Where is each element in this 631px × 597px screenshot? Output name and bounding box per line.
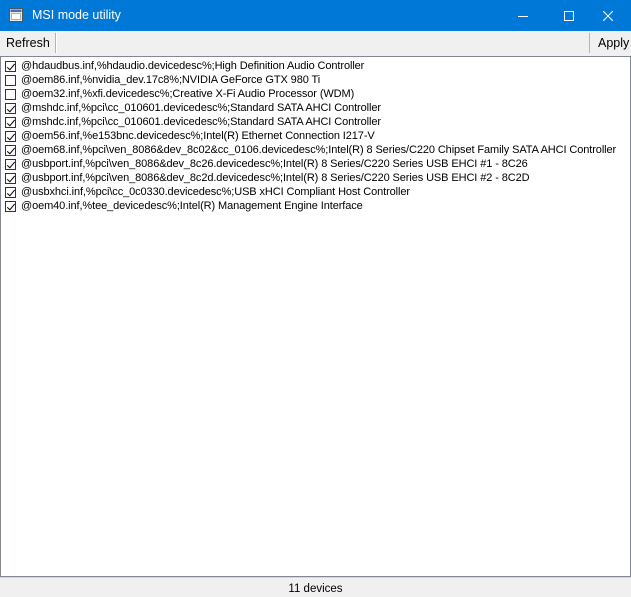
device-label: @usbxhci.inf,%pci\cc_0c0330.devicedesc%;… xyxy=(21,186,410,198)
toolbar-separator xyxy=(55,33,57,53)
device-label: @oem86.inf,%nvidia_dev.17c8%;NVIDIA GeFo… xyxy=(21,74,321,86)
device-label: @hdaudbus.inf,%hdaudio.devicedesc%;High … xyxy=(21,60,365,72)
device-row[interactable]: @oem56.inf,%e153bnc.devicedesc%;Intel(R)… xyxy=(2,129,375,143)
device-checkbox[interactable] xyxy=(5,74,16,86)
device-row[interactable]: @oem68.inf,%pci\ven_8086&dev_8c02&cc_010… xyxy=(2,143,616,157)
device-checkbox[interactable] xyxy=(5,60,16,72)
refresh-button[interactable]: Refresh xyxy=(0,31,56,56)
minimize-icon xyxy=(518,15,528,17)
device-row[interactable]: @mshdc.inf,%pci\cc_010601.devicedesc%;St… xyxy=(2,101,381,115)
device-label: @usbport.inf,%pci\ven_8086&dev_8c2d.devi… xyxy=(21,172,530,184)
toolbar: Refresh Apply xyxy=(0,31,631,57)
app-icon xyxy=(9,8,23,22)
device-checkbox[interactable] xyxy=(5,88,16,100)
device-label: @usbport.inf,%pci\ven_8086&dev_8c26.devi… xyxy=(21,158,528,170)
device-checkbox[interactable] xyxy=(5,186,16,198)
minimize-button[interactable] xyxy=(500,0,546,31)
device-list[interactable]: @hdaudbus.inf,%hdaudio.devicedesc%;High … xyxy=(0,56,631,577)
device-label: @oem40.inf,%tee_devicedesc%;Intel(R) Man… xyxy=(21,200,363,212)
device-row[interactable]: @hdaudbus.inf,%hdaudio.devicedesc%;High … xyxy=(2,59,364,73)
close-icon xyxy=(603,10,613,21)
device-row[interactable]: @oem86.inf,%nvidia_dev.17c8%;NVIDIA GeFo… xyxy=(2,73,320,87)
device-row[interactable]: @usbport.inf,%pci\ven_8086&dev_8c2d.devi… xyxy=(2,171,530,185)
toolbar-separator xyxy=(589,33,590,53)
apply-button[interactable]: Apply xyxy=(592,31,631,56)
device-label: @mshdc.inf,%pci\cc_010601.devicedesc%;St… xyxy=(21,116,381,128)
device-checkbox[interactable] xyxy=(5,116,16,128)
status-bar: 11 devices xyxy=(0,577,631,597)
device-checkbox[interactable] xyxy=(5,102,16,114)
device-label: @oem56.inf,%e153bnc.devicedesc%;Intel(R)… xyxy=(21,130,375,142)
device-label: @mshdc.inf,%pci\cc_010601.devicedesc%;St… xyxy=(21,102,381,114)
close-button[interactable] xyxy=(585,0,631,31)
device-label: @oem32.inf,%xfi.devicedesc%;Creative X-F… xyxy=(21,88,355,100)
device-checkbox[interactable] xyxy=(5,172,16,184)
device-row[interactable]: @mshdc.inf,%pci\cc_010601.devicedesc%;St… xyxy=(2,115,381,129)
window-title: MSI mode utility xyxy=(32,8,121,22)
device-checkbox[interactable] xyxy=(5,158,16,170)
title-bar[interactable]: MSI mode utility xyxy=(0,0,631,31)
device-row[interactable]: @oem40.inf,%tee_devicedesc%;Intel(R) Man… xyxy=(2,199,363,213)
device-checkbox[interactable] xyxy=(5,200,16,212)
device-checkbox[interactable] xyxy=(5,130,16,142)
maximize-icon xyxy=(564,10,574,21)
device-count: 11 devices xyxy=(288,583,343,595)
device-row[interactable]: @usbxhci.inf,%pci\cc_0c0330.devicedesc%;… xyxy=(2,185,410,199)
device-checkbox[interactable] xyxy=(5,144,16,156)
device-row[interactable]: @oem32.inf,%xfi.devicedesc%;Creative X-F… xyxy=(2,87,354,101)
device-row[interactable]: @usbport.inf,%pci\ven_8086&dev_8c26.devi… xyxy=(2,157,528,171)
device-label: @oem68.inf,%pci\ven_8086&dev_8c02&cc_010… xyxy=(21,144,617,156)
